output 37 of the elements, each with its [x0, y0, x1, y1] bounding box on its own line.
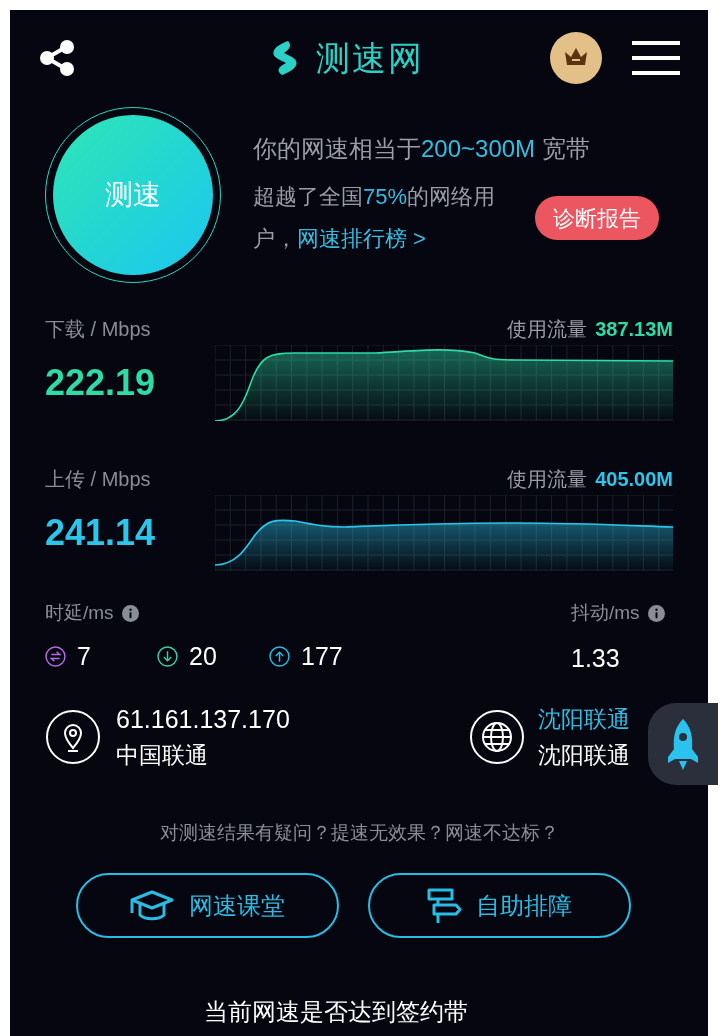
course-button[interactable]: 网速课堂	[75, 873, 339, 938]
menu-icon[interactable]	[632, 40, 680, 75]
info-icon[interactable]	[121, 604, 139, 622]
troubleshoot-button[interactable]: 自助排障	[367, 873, 631, 938]
graduation-cap-icon	[129, 888, 175, 923]
logo-text: 测速网	[316, 40, 424, 75]
share-icon[interactable]	[38, 38, 76, 77]
crown-icon[interactable]	[550, 31, 602, 84]
rocket-icon	[665, 717, 701, 771]
usage-label: 使用流量	[507, 469, 588, 489]
ranking-text: 超越了全国75%的网络用户，网速排行榜 >	[253, 183, 497, 253]
signpost-icon	[426, 886, 462, 925]
latency-value: 7	[77, 643, 91, 669]
latency-value: 177	[301, 643, 343, 669]
speed-value: 222.19	[45, 365, 156, 401]
usage-value: 387.13M	[595, 319, 673, 339]
speed-value: 241.14	[45, 515, 156, 551]
globe-icon	[470, 709, 524, 764]
latency-label: 时延/ms	[45, 601, 114, 625]
usage-label: 使用流量	[507, 319, 588, 339]
footer-text: 当前网速是否达到签约带	[204, 997, 469, 1027]
jitter-value: 1.33	[571, 645, 621, 671]
latency-value: 20	[189, 643, 217, 669]
location-pin-icon	[46, 709, 100, 764]
metric-label: 上传 / Mbps	[45, 469, 151, 489]
rocket-button[interactable]	[648, 703, 718, 785]
isp-name: 中国联通	[116, 740, 209, 770]
server-isp: 沈阳联通	[538, 740, 630, 770]
ip-address: 61.161.137.170	[116, 703, 290, 735]
metric-label: 下载 / Mbps	[45, 319, 151, 339]
server-name[interactable]: 沈阳联通	[538, 700, 630, 737]
info-icon[interactable]	[647, 604, 665, 622]
jitter-label: 抖动/ms	[571, 601, 640, 625]
usage-value: 405.00M	[595, 469, 673, 489]
ranking-link[interactable]: 网速排行榜 >	[297, 226, 426, 251]
speed-summary: 你的网速相当于200~300M 宽带	[253, 134, 591, 164]
help-text: 对测速结果有疑问？提速无效果？网速不达标？	[158, 820, 560, 845]
